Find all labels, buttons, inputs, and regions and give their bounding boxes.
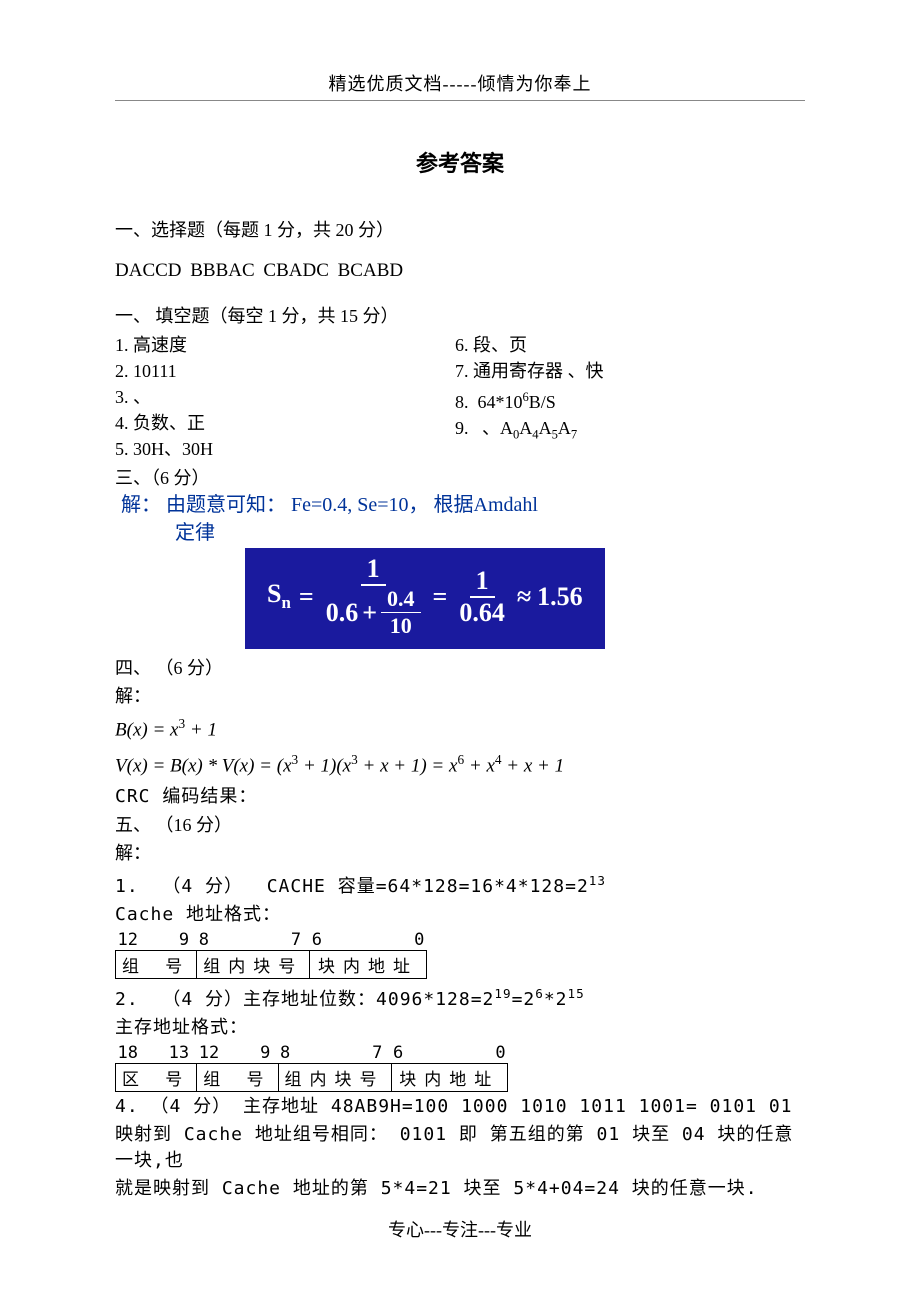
fill-1: 1. 高速度 <box>115 332 455 358</box>
fill-4: 4. 负数、正 <box>115 410 455 436</box>
sec4-eq2: V(x) = B(x) * V(x) = (x3 + 1)(x3 + x + 1… <box>115 745 805 781</box>
sec4-crc: CRC 编码结果： <box>115 784 805 810</box>
cache-addr-table: 12 9 8 7 6 0 组 号 组内块号 块内地址 <box>115 930 427 979</box>
sec5-l7: 就是映射到 Cache 地址的第 5*4=21 块至 5*4+04=24 块的任… <box>115 1176 805 1202</box>
fill-3: 3. 、 <box>115 384 455 410</box>
sec3-head: 三、（6 分） <box>115 464 805 490</box>
sec5-l5: 4. （4 分） 主存地址 48AB9H=100 1000 1010 1011 … <box>115 1094 805 1120</box>
fill-6: 6. 段、页 <box>455 332 805 358</box>
fill-9: 9. 、A0A4A5A7 <box>455 415 805 448</box>
sec4-eq1: B(x) = x3 + 1 <box>115 709 805 745</box>
page-footer: 专心---专注---专业 <box>0 1216 920 1242</box>
fill-8: 8. 64*106B/S <box>455 384 805 415</box>
main-addr-table: 18 13 12 9 8 7 6 0 区 号 组 号 组内块号 块内地址 <box>115 1043 508 1092</box>
sec5-l1: 1. （4 分） CACHE 容量=64*128=16*4*128=213 <box>115 868 805 900</box>
amdahl-formula: Sn = 1 0.6+ 0.4 10 = 1 0.64 ≈ 1.56 <box>245 548 605 649</box>
fill-2: 2. 10111 <box>115 358 455 384</box>
sec2-columns: 1. 高速度 2. 10111 3. 、 4. 负数、正 5. 30H、30H … <box>115 332 805 462</box>
page-header: 精选优质文档-----倾情为你奉上 <box>115 70 805 101</box>
sec1-head: 一、选择题（每题 1 分，共 20 分） <box>115 216 805 242</box>
sec5-l4: 主存地址格式： <box>115 1015 805 1041</box>
sec4-head: 四、 （6 分） <box>115 655 805 681</box>
sec2-head: 一、 填空题（每空 1 分，共 15 分） <box>115 302 805 328</box>
sec3-blue-line2: 定律 <box>115 520 805 546</box>
sec5-l6: 映射到 Cache 地址组号相同： 0101 即 第五组的第 01 块至 04 … <box>115 1122 805 1174</box>
fill-5: 5. 30H、30H <box>115 436 455 462</box>
sec1-answers: DACCD BBBAC CBADC BCABD <box>115 260 805 282</box>
sec5-jie: 解： <box>115 840 805 866</box>
fill-7: 7. 通用寄存器 、快 <box>455 358 805 384</box>
sec3-blue-line1: 解： 由题意可知： Fe=0.4, Se=10， 根据Amdahl <box>115 492 805 518</box>
sec5-l3: 2. （4 分）主存地址位数：4096*128=219=26*215 <box>115 981 805 1013</box>
sec5-l2: Cache 地址格式： <box>115 902 805 928</box>
page-title: 参考答案 <box>115 146 805 178</box>
sec4-jie: 解： <box>115 683 805 709</box>
sec5-head: 五、 （16 分） <box>115 812 805 838</box>
